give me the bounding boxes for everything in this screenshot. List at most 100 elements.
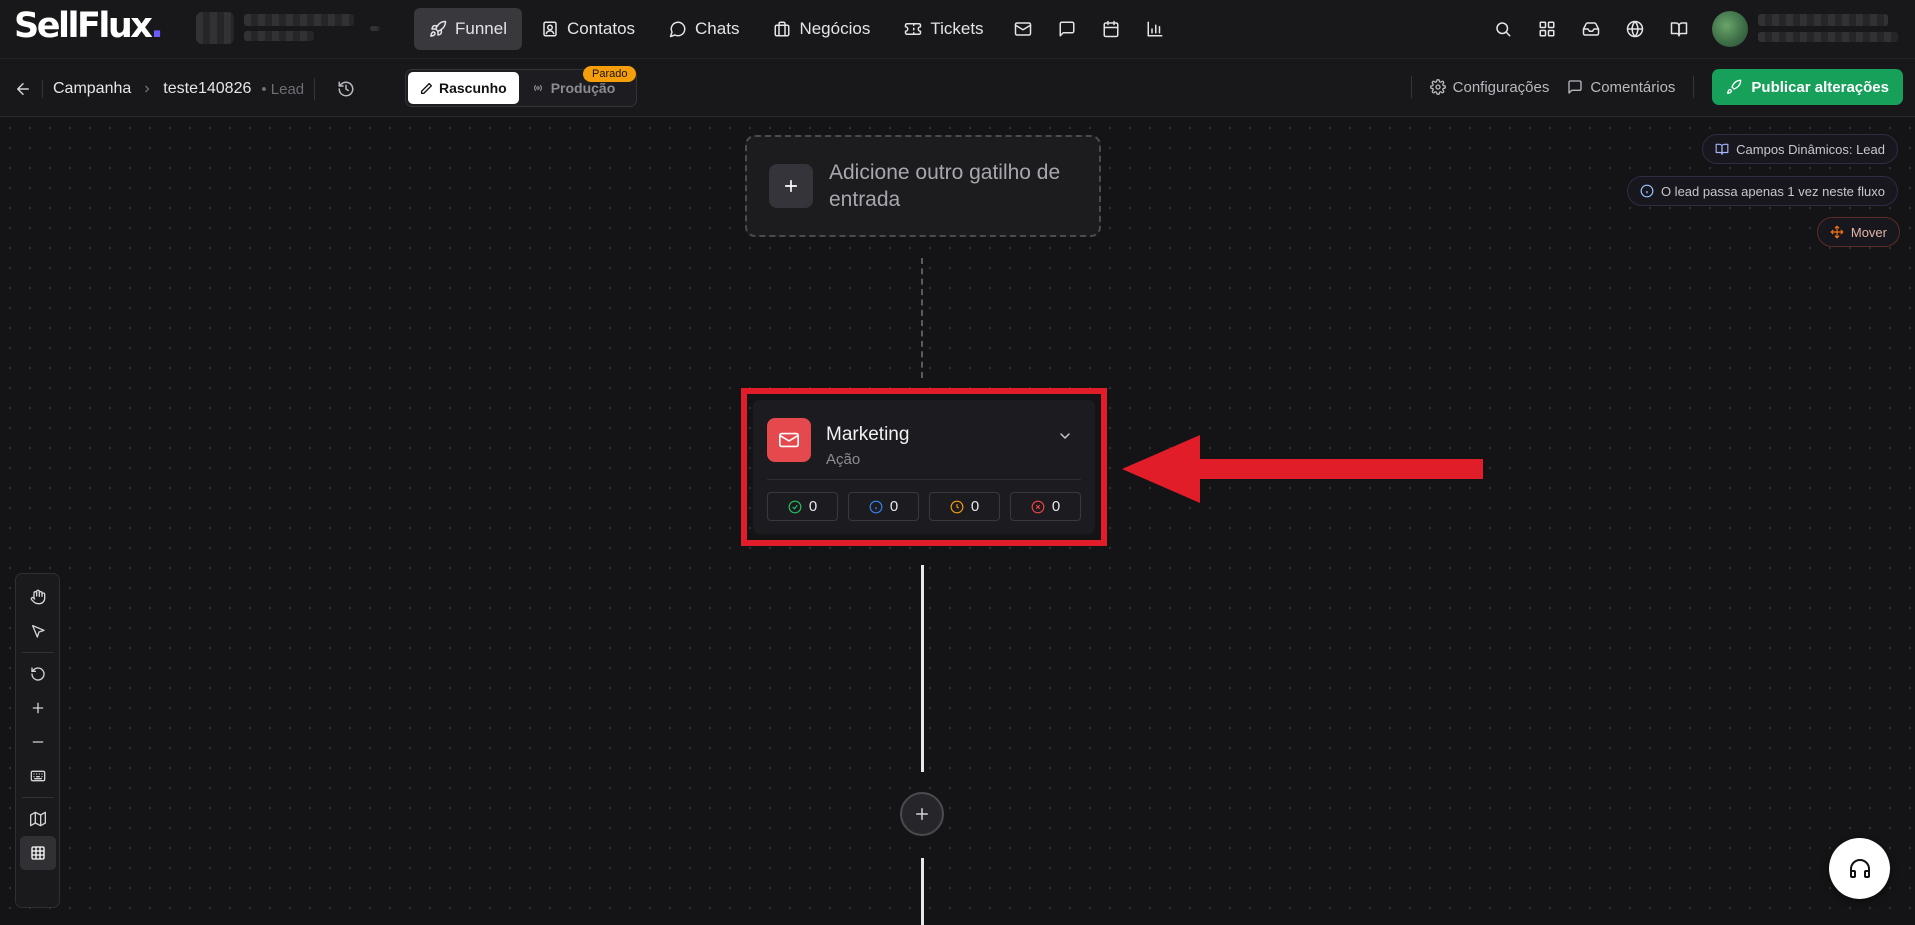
add-trigger-box[interactable]: Adicione outro gatilho de entrada (745, 135, 1101, 237)
calendar-icon[interactable] (1091, 8, 1131, 50)
stat-error[interactable]: 0 (1010, 492, 1081, 521)
marketing-action-node[interactable]: Marketing Ação 0 0 0 0 (753, 400, 1095, 534)
nav-contatos[interactable]: Contatos (526, 8, 650, 50)
nav-tickets[interactable]: Tickets (889, 8, 998, 50)
flow-toolbar: Campanha teste140826 • Lead Rascunho Pro… (0, 58, 1915, 117)
plus-icon (769, 164, 813, 208)
grid-icon[interactable] (1525, 8, 1569, 50)
node-stats: 0 0 0 0 (767, 492, 1081, 521)
broadcast-icon (531, 81, 545, 95)
connector-solid (921, 565, 924, 772)
globe-icon[interactable] (1613, 8, 1657, 50)
user-email-blurred (1758, 32, 1898, 42)
stat-success[interactable]: 0 (767, 492, 838, 521)
briefcase-icon (773, 20, 791, 38)
pointer-tool-icon[interactable] (20, 614, 56, 648)
flow-actions: Configurações Comentários Publicar alter… (1410, 69, 1903, 105)
draft-mode-label: Rascunho (439, 80, 507, 96)
back-arrow-icon[interactable] (14, 80, 32, 98)
flow-info-chip: O lead passa apenas 1 vez neste fluxo (1626, 176, 1898, 206)
contacts-icon (541, 20, 559, 38)
stat-info-value: 0 (889, 498, 899, 515)
workspace-name-blurred (244, 14, 354, 26)
add-step-button[interactable] (900, 792, 944, 836)
mail-icon (767, 418, 811, 462)
mail-icon[interactable] (1003, 8, 1043, 50)
info-icon (1640, 184, 1654, 198)
search-icon[interactable] (1481, 8, 1525, 50)
status-badge: Parado (583, 66, 637, 82)
nav-contatos-label: Contatos (566, 19, 636, 38)
dynamic-fields-chip[interactable]: Campos Dinâmicos: Lead (1702, 134, 1898, 164)
support-button[interactable] (1829, 838, 1890, 899)
annotation-arrow (1122, 435, 1483, 503)
chevron-down-icon[interactable] (1057, 428, 1073, 444)
user-name-blurred (1758, 14, 1888, 26)
divider (767, 479, 1081, 480)
hand-tool-icon[interactable] (20, 580, 56, 614)
map-icon[interactable] (20, 802, 56, 836)
inbox-icon[interactable] (1569, 8, 1613, 50)
settings-button[interactable]: Configurações (1429, 78, 1550, 96)
comments-button[interactable]: Comentários (1567, 79, 1675, 96)
reset-view-icon[interactable] (20, 657, 56, 691)
divider (21, 797, 54, 798)
history-icon[interactable] (337, 80, 355, 98)
avatar[interactable] (1712, 11, 1748, 47)
rocket-icon (429, 20, 447, 38)
node-subtitle: Ação (826, 451, 861, 468)
connector-solid (921, 858, 924, 925)
stat-pending[interactable]: 0 (929, 492, 1000, 521)
message-square-icon[interactable] (1047, 8, 1087, 50)
chevron-right-icon (141, 83, 153, 95)
nav-tickets-label: Tickets (930, 19, 984, 38)
sellflux-logo[interactable]: SellFlux. (14, 6, 164, 46)
divider (1410, 76, 1412, 98)
flow-canvas[interactable]: Adicione outro gatilho de entrada Market… (0, 118, 1915, 925)
breadcrumb-tag: • Lead (261, 80, 305, 98)
workspace-selector[interactable] (196, 12, 234, 44)
x-circle-icon (1031, 500, 1045, 514)
nav-negocios[interactable]: Negócios (758, 8, 885, 50)
main-nav: Funnel Contatos Chats Negócios Tickets (414, 8, 1175, 50)
zoom-out-icon[interactable] (20, 725, 56, 759)
headset-icon (1848, 857, 1872, 881)
connector-dashed (921, 258, 923, 378)
comment-icon (1567, 79, 1583, 95)
stat-success-value: 0 (808, 498, 818, 515)
workspace-dropdown-handle[interactable] (370, 26, 380, 31)
settings-label: Configurações (1452, 78, 1550, 96)
bar-chart-icon[interactable] (1135, 8, 1175, 50)
breadcrumb-current[interactable]: teste140826 (163, 80, 251, 98)
grid-toggle-icon[interactable] (19, 836, 56, 870)
gear-icon (1429, 79, 1446, 95)
breadcrumb: Campanha teste140826 • Lead (14, 78, 355, 100)
divider (21, 652, 54, 653)
info-circle-icon (869, 500, 883, 514)
top-right-icons (1481, 8, 1745, 50)
nav-funnel[interactable]: Funnel (414, 8, 522, 50)
nav-chats-label: Chats (695, 19, 740, 38)
nav-chats[interactable]: Chats (654, 8, 754, 50)
move-label: Mover (1850, 224, 1887, 240)
check-circle-icon (788, 500, 802, 514)
divider (42, 80, 43, 98)
move-icon (1830, 225, 1844, 239)
keyboard-icon[interactable] (20, 759, 56, 793)
rocket-icon (1726, 79, 1742, 95)
publish-button[interactable]: Publicar alterações (1712, 69, 1903, 105)
pencil-icon (420, 82, 433, 95)
nav-funnel-label: Funnel (455, 19, 507, 38)
chat-icon (669, 20, 687, 38)
move-button[interactable]: Mover (1816, 217, 1900, 247)
ticket-icon (904, 20, 922, 38)
publish-label: Publicar alterações (1751, 78, 1889, 96)
draft-mode-button[interactable]: Rascunho (408, 72, 519, 104)
book-icon[interactable] (1657, 8, 1701, 50)
workspace-sub-blurred (244, 31, 314, 41)
zoom-in-icon[interactable] (20, 691, 56, 725)
add-trigger-label: Adicione outro gatilho de entrada (829, 161, 1061, 211)
stat-info[interactable]: 0 (848, 492, 919, 521)
breadcrumb-root[interactable]: Campanha (53, 80, 131, 98)
book-open-icon (1715, 142, 1729, 156)
